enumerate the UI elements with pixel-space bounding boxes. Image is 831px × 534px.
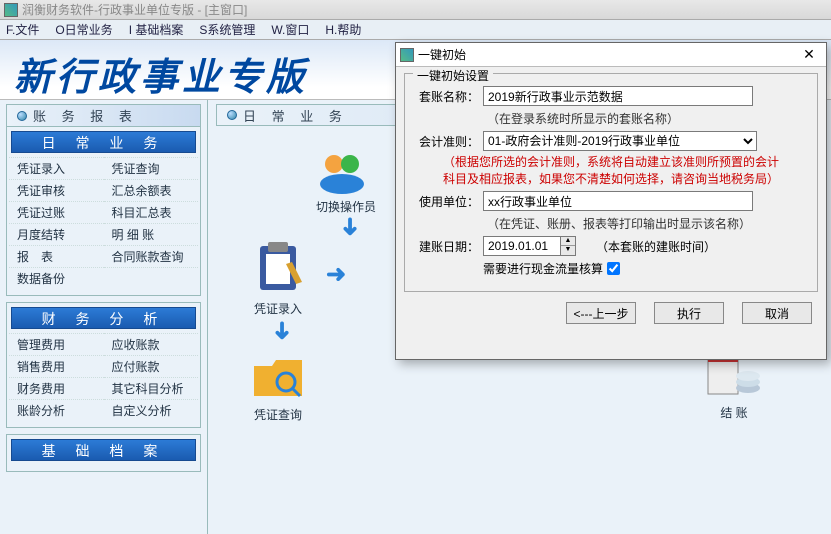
- label-date: 建账日期：: [413, 238, 483, 255]
- sidebar-item[interactable]: 数据备份: [9, 267, 104, 289]
- label-book-name: 套账名称：: [413, 88, 483, 105]
- dialog-icon: [400, 48, 414, 62]
- sidebar-item[interactable]: 凭证审核: [9, 179, 104, 201]
- sidebar-item[interactable]: 凭证录入: [9, 157, 104, 179]
- sidebar: 账 务 报 表 日 常 业 务 凭证录入 凭证查询 凭证审核 汇总余额表 凭证过…: [0, 100, 208, 534]
- dialog-title: 一键初始: [418, 46, 466, 63]
- folder-search-icon: [250, 352, 306, 402]
- menu-file[interactable]: F.文件: [6, 21, 39, 38]
- sidebar-item[interactable]: 账龄分析: [9, 399, 104, 421]
- sidebar-item[interactable]: 应付账款: [104, 355, 199, 377]
- node-voucher-entry[interactable]: 凭证录入: [250, 240, 306, 317]
- menu-sysmgmt[interactable]: S系统管理: [199, 21, 255, 38]
- hint-book-name: （在登录系统时所显示的套账名称）: [487, 110, 809, 127]
- sidebar-item[interactable]: 汇总余额表: [104, 179, 199, 201]
- warning-line1: （根据您所选的会计准则，系统将自动建立该准则所预置的会计: [417, 155, 805, 170]
- sidebar-item[interactable]: 应收账款: [104, 333, 199, 355]
- dot-icon: [227, 110, 237, 120]
- arrow-icon: ➜: [268, 320, 297, 340]
- sidebar-item[interactable]: 月度结转: [9, 223, 104, 245]
- hint-unit: （在凭证、账册、报表等打印输出时显示该名称）: [487, 215, 809, 232]
- dialog-fieldset: 一键初始设置 套账名称： （在登录系统时所显示的套账名称） 会计准则： 01-政…: [404, 73, 818, 292]
- node-closing[interactable]: 结 账: [704, 350, 764, 421]
- sidebar-group-analysis: 财 务 分 析 管理费用 应收账款 销售费用 应付账款 财务费用 其它科目分析 …: [6, 302, 201, 428]
- sidebar-item[interactable]: 凭证过账: [9, 201, 104, 223]
- group-title-daily: 日 常 业 务: [11, 131, 196, 153]
- sidebar-item: [104, 267, 199, 289]
- sidebar-panel-reports[interactable]: 账 务 报 表: [6, 104, 201, 126]
- sidebar-group-basic: 基 础 档 案: [6, 434, 201, 472]
- spin-up-icon[interactable]: ▲: [561, 237, 575, 246]
- input-unit[interactable]: [483, 191, 753, 211]
- button-exec[interactable]: 执行: [654, 302, 724, 324]
- dialog-titlebar[interactable]: 一键初始 ✕: [396, 43, 826, 67]
- menu-daily[interactable]: O日常业务: [55, 21, 112, 38]
- window-title: 润衡财务软件-行政事业单位专版 - [主窗口]: [22, 1, 247, 18]
- warning-line2: 科目及相应报表，如果您不清楚如何选择，请咨询当地税务局）: [417, 172, 805, 187]
- sidebar-item[interactable]: 管理费用: [9, 333, 104, 355]
- sidebar-item[interactable]: 合同账款查询: [104, 245, 199, 267]
- people-icon: [316, 150, 370, 194]
- input-book-name[interactable]: [483, 86, 753, 106]
- button-cancel[interactable]: 取消: [742, 302, 812, 324]
- date-spinner[interactable]: ▲▼: [561, 236, 576, 256]
- dot-icon: [17, 111, 27, 121]
- node-voucher-query[interactable]: 凭证查询: [250, 352, 306, 423]
- main-titlebar: 润衡财务软件-行政事业单位专版 - [主窗口]: [0, 0, 831, 20]
- sidebar-item[interactable]: 其它科目分析: [104, 377, 199, 399]
- close-icon[interactable]: ✕: [796, 46, 822, 63]
- sidebar-item[interactable]: 自定义分析: [104, 399, 199, 421]
- hint-date: （本套账的建账时间）: [596, 238, 716, 255]
- menubar[interactable]: F.文件 O日常业务 I 基础档案 S系统管理 W.窗口 H.帮助: [0, 20, 831, 40]
- node-switch-user[interactable]: 切换操作员: [316, 150, 376, 215]
- label-cashflow: 需要进行现金流量核算: [483, 260, 603, 277]
- sidebar-item[interactable]: 明 细 账: [104, 223, 199, 245]
- arrow-icon: ➜: [336, 216, 365, 236]
- button-prev[interactable]: <---上一步: [566, 302, 636, 324]
- spin-down-icon[interactable]: ▼: [561, 246, 575, 255]
- sidebar-item[interactable]: 报 表: [9, 245, 104, 267]
- input-date[interactable]: [483, 236, 561, 256]
- menu-base[interactable]: I 基础档案: [129, 21, 184, 38]
- dialog-init: 一键初始 ✕ 一键初始设置 套账名称： （在登录系统时所显示的套账名称） 会计准…: [395, 42, 827, 360]
- checkbox-cashflow[interactable]: [607, 262, 620, 275]
- sidebar-group-daily: 日 常 业 务 凭证录入 凭证查询 凭证审核 汇总余额表 凭证过账 科目汇总表 …: [6, 126, 201, 296]
- select-rule[interactable]: 01-政府会计准则-2019行政事业单位: [483, 131, 757, 151]
- menu-help[interactable]: H.帮助: [325, 21, 361, 38]
- app-icon: [4, 3, 18, 17]
- sidebar-item[interactable]: 科目汇总表: [104, 201, 199, 223]
- label-unit: 使用单位：: [413, 193, 483, 210]
- menu-window[interactable]: W.窗口: [271, 21, 309, 38]
- arrow-icon: ➜: [326, 260, 346, 289]
- sidebar-item[interactable]: 凭证查询: [104, 157, 199, 179]
- sidebar-item[interactable]: 销售费用: [9, 355, 104, 377]
- label-rule: 会计准则：: [413, 133, 483, 150]
- sidebar-item[interactable]: 财务费用: [9, 377, 104, 399]
- group-title-analysis: 财 务 分 析: [11, 307, 196, 329]
- clipboard-icon: [250, 240, 306, 296]
- fieldset-legend: 一键初始设置: [413, 67, 493, 84]
- group-title-basic: 基 础 档 案: [11, 439, 196, 461]
